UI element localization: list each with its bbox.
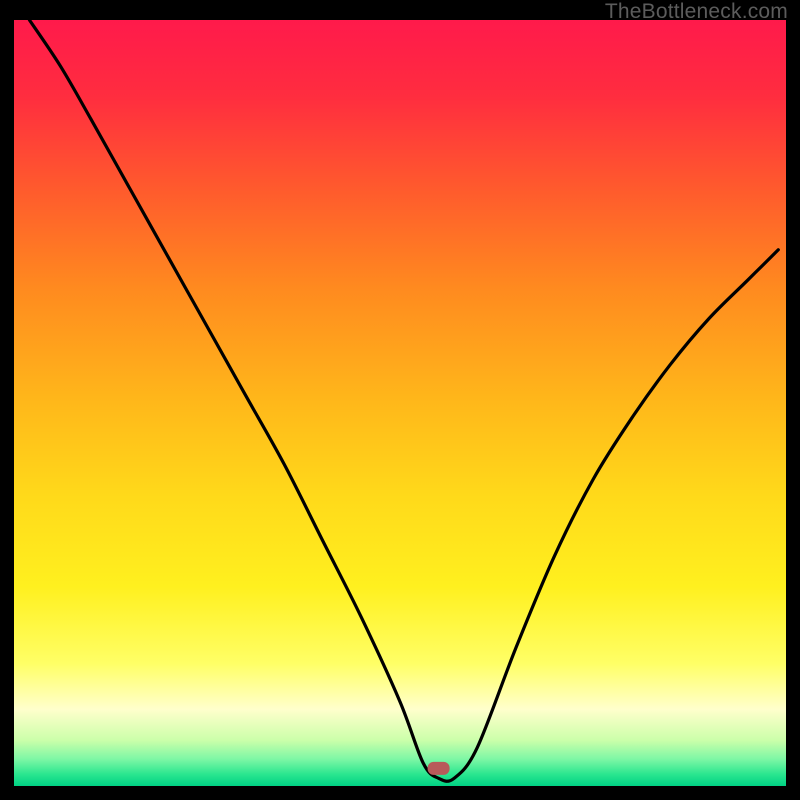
bottleneck-chart bbox=[14, 20, 786, 786]
chart-frame bbox=[14, 20, 786, 786]
optimum-marker bbox=[428, 762, 450, 775]
gradient-background bbox=[14, 20, 786, 786]
